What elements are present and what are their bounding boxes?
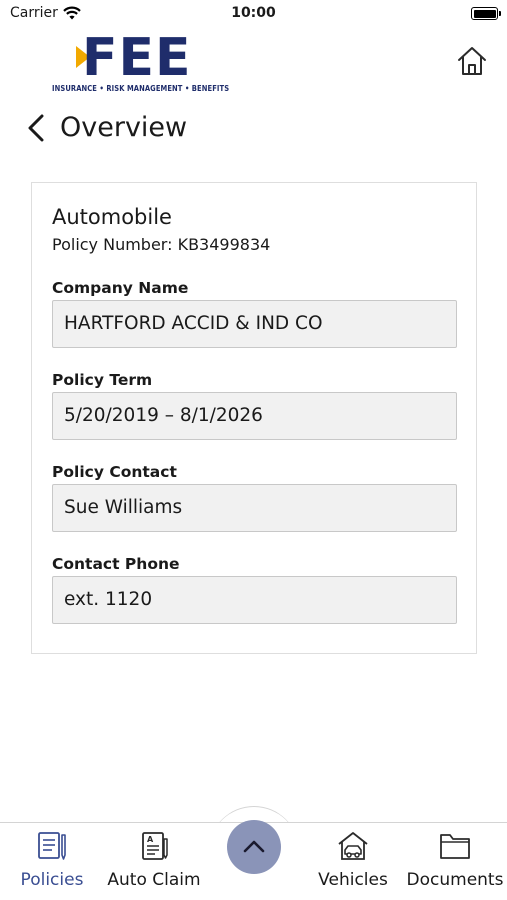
policy-contact-label: Policy Contact [52, 463, 177, 481]
documents-icon [440, 834, 470, 859]
tab-documents[interactable]: Documents [405, 823, 505, 900]
company-name-label: Company Name [52, 279, 189, 297]
auto-claim-icon: A [142, 832, 168, 860]
tab-documents-label: Documents [406, 870, 504, 890]
tab-vehicles[interactable]: Vehicles [308, 823, 398, 900]
contact-phone-field[interactable]: ext. 1120 [52, 576, 457, 624]
chevron-up-icon [243, 840, 265, 853]
svg-text:A: A [147, 835, 154, 844]
policy-card: Automobile Policy Number: KB3499834 Comp… [31, 182, 477, 654]
chevron-left-icon[interactable] [22, 110, 52, 146]
policy-type: Automobile [52, 205, 172, 229]
policy-number: Policy Number: KB3499834 [52, 235, 271, 254]
policy-term-field: 5/20/2019 – 8/1/2026 [52, 392, 457, 440]
policies-icon [38, 832, 66, 860]
vehicles-icon [338, 832, 368, 860]
logo-tagline: INSURANCE • RISK MANAGEMENT • BENEFITS [52, 84, 230, 93]
company-name-field: HARTFORD ACCID & IND CO [52, 300, 457, 348]
status-bar: Carrier 10:00 [0, 0, 507, 28]
clock: 10:00 [231, 5, 276, 21]
policy-term-label: Policy Term [52, 371, 153, 389]
fee-logo: FEE INSURANCE • RISK MANAGEMENT • BENEFI… [52, 28, 230, 96]
expand-menu-button[interactable] [227, 820, 281, 874]
tab-vehicles-label: Vehicles [318, 870, 388, 890]
tab-policies[interactable]: Policies [10, 823, 94, 900]
tab-auto-claim-label: Auto Claim [107, 870, 201, 890]
logo-wordmark: FEE [82, 28, 192, 88]
policy-contact-field: Sue Williams [52, 484, 457, 532]
home-icon[interactable] [455, 44, 489, 78]
battery-icon [471, 7, 501, 20]
page-title: Overview [60, 112, 188, 143]
tab-policies-label: Policies [20, 870, 84, 890]
tab-auto-claim[interactable]: A Auto Claim [104, 823, 204, 900]
contact-phone-label: Contact Phone [52, 555, 180, 573]
